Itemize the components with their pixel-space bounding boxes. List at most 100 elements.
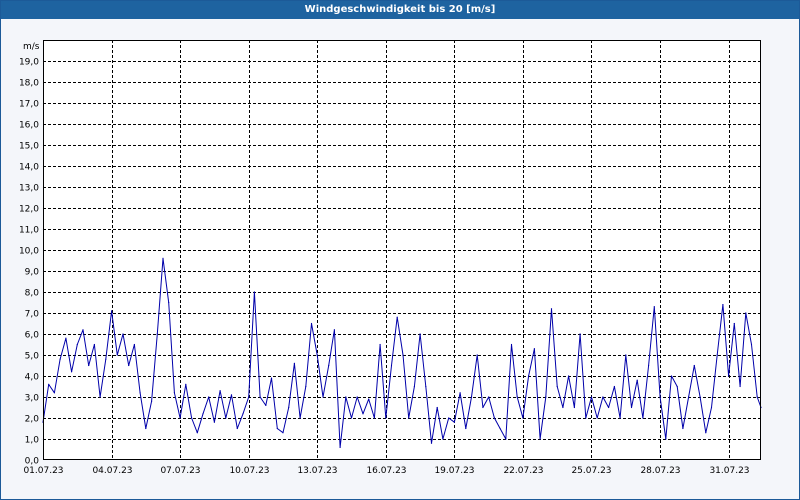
data-point bbox=[533, 348, 536, 350]
y-tick-label: 9,0 bbox=[25, 268, 40, 278]
y-tick-label: 1,0 bbox=[25, 436, 40, 446]
y-tick-label: 8,0 bbox=[25, 289, 40, 299]
data-point bbox=[733, 322, 735, 325]
data-point bbox=[253, 291, 255, 293]
data-point bbox=[562, 406, 564, 409]
data-point bbox=[550, 308, 553, 310]
data-point bbox=[710, 406, 713, 409]
data-point bbox=[122, 333, 124, 335]
data-point bbox=[65, 337, 67, 339]
data-point bbox=[522, 417, 524, 419]
data-point bbox=[596, 417, 598, 419]
data-point bbox=[716, 354, 718, 356]
y-tick-label: 15,0 bbox=[19, 142, 39, 152]
data-point bbox=[493, 417, 495, 419]
data-point bbox=[465, 427, 467, 430]
data-point bbox=[82, 329, 84, 331]
data-point bbox=[116, 354, 118, 356]
y-axis-labels: 0,0 1,0 2,0 3,0 4,0 5,0 6,0 7,0 8,0 9,0 10,0 11,0 12… bbox=[19, 58, 39, 467]
data-point bbox=[316, 354, 318, 356]
data-point bbox=[705, 432, 707, 434]
data-point bbox=[488, 396, 490, 398]
data-point bbox=[111, 310, 113, 312]
data-point bbox=[470, 396, 473, 398]
data-point bbox=[539, 438, 541, 440]
data-point bbox=[225, 417, 227, 419]
x-tick-label: 01.07.23 bbox=[23, 466, 63, 476]
data-point bbox=[659, 396, 661, 398]
data-point bbox=[556, 385, 558, 388]
data-point bbox=[282, 432, 284, 434]
y-tick-label: 5,0 bbox=[25, 352, 40, 362]
data-point bbox=[430, 442, 433, 444]
wind-speed-chart: 0,0 1,0 2,0 3,0 4,0 5,0 6,0 7,0 8,0 9,0 10,0 11,0 12… bbox=[19, 40, 762, 476]
data-point bbox=[636, 379, 638, 381]
data-point bbox=[88, 364, 90, 367]
data-point bbox=[459, 392, 461, 394]
data-point bbox=[53, 392, 56, 394]
data-point bbox=[339, 446, 341, 448]
data-point bbox=[568, 375, 570, 377]
data-point bbox=[299, 417, 301, 419]
data-point bbox=[648, 364, 650, 367]
x-tick-label: 13.07.23 bbox=[297, 466, 337, 476]
data-point bbox=[693, 364, 695, 367]
data-point bbox=[419, 333, 421, 335]
data-point bbox=[105, 358, 107, 360]
x-tick-label: 07.07.23 bbox=[160, 466, 200, 476]
data-point bbox=[670, 375, 673, 377]
data-point bbox=[345, 396, 347, 398]
data-point bbox=[602, 396, 604, 398]
data-point bbox=[585, 417, 587, 419]
data-point bbox=[630, 406, 633, 409]
data-point bbox=[293, 362, 295, 364]
x-axis-labels: 01.07.23 04.07.23 07.07.23 10.07.23 13.07.23… bbox=[23, 466, 749, 476]
data-point bbox=[213, 421, 215, 423]
y-tick-label: 18,0 bbox=[19, 79, 39, 89]
data-point bbox=[482, 406, 484, 409]
data-point bbox=[579, 333, 581, 335]
data-point bbox=[310, 322, 313, 325]
y-axis-unit: m/s bbox=[23, 42, 40, 52]
y-tick-label: 17,0 bbox=[19, 100, 39, 110]
data-point bbox=[442, 438, 444, 440]
data-point bbox=[453, 421, 455, 423]
data-point bbox=[288, 406, 290, 409]
data-point bbox=[682, 427, 684, 430]
data-point bbox=[76, 343, 78, 346]
data-point bbox=[276, 427, 278, 430]
x-tick-label: 10.07.23 bbox=[229, 466, 269, 476]
data-point bbox=[48, 383, 50, 385]
y-tick-label: 6,0 bbox=[25, 331, 40, 341]
data-point bbox=[145, 427, 147, 430]
y-tick-label: 11,0 bbox=[19, 226, 39, 236]
data-point bbox=[128, 364, 130, 367]
y-tick-label: 14,0 bbox=[19, 163, 39, 173]
data-point bbox=[436, 406, 438, 409]
data-point bbox=[573, 406, 576, 409]
data-point bbox=[750, 343, 753, 346]
data-point bbox=[322, 396, 324, 398]
y-tick-label: 13,0 bbox=[19, 184, 39, 194]
data-point bbox=[179, 417, 181, 419]
data-point bbox=[156, 333, 158, 335]
y-tick-label: 16,0 bbox=[19, 121, 39, 131]
data-point bbox=[625, 354, 627, 356]
data-point bbox=[328, 364, 330, 367]
data-point bbox=[608, 406, 610, 409]
data-point bbox=[356, 396, 358, 398]
x-tick-label: 19.07.23 bbox=[434, 466, 474, 476]
data-point bbox=[425, 385, 427, 388]
x-tick-label: 31.07.23 bbox=[709, 466, 749, 476]
y-tick-label: 4,0 bbox=[25, 373, 40, 383]
data-point bbox=[688, 396, 690, 398]
data-point bbox=[722, 304, 724, 306]
data-point bbox=[390, 364, 393, 367]
data-point bbox=[151, 400, 153, 402]
data-point bbox=[236, 427, 238, 430]
data-point bbox=[676, 385, 678, 388]
y-tick-label: 19,0 bbox=[19, 58, 39, 68]
chart-window: Windgeschwindigkeit bis 20 [m/s] 0,0 1,0 2… bbox=[0, 0, 800, 500]
data-point bbox=[350, 417, 353, 419]
y-tick-label: 0,0 bbox=[25, 457, 40, 467]
